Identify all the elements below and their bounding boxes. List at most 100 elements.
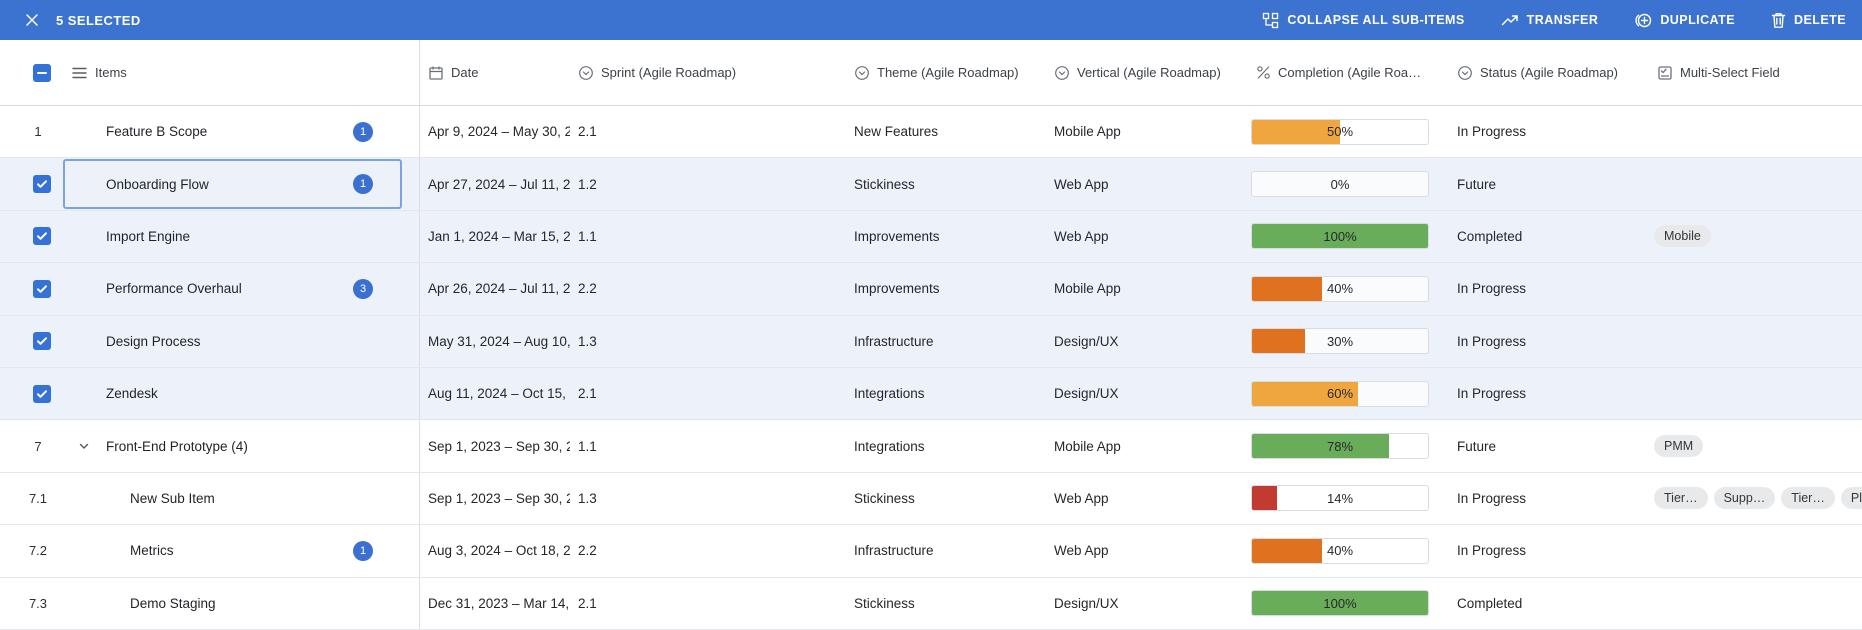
item-name[interactable]: Feature B Scope — [106, 124, 207, 139]
cell-sprint[interactable]: 2.1 — [570, 368, 846, 419]
subitem-count-badge[interactable]: 1 — [353, 541, 373, 561]
table-row[interactable]: 7.2 Metrics 1 Aug 3, 2024 – Oct 18, 2024… — [0, 525, 1862, 577]
cell-status[interactable]: In Progress — [1449, 263, 1649, 314]
cell-completion[interactable]: 14% — [1248, 473, 1449, 524]
cell-completion[interactable]: 40% — [1248, 525, 1449, 576]
column-header-multi[interactable]: Multi-Select Field — [1649, 40, 1862, 105]
cell-status[interactable]: In Progress — [1449, 368, 1649, 419]
cell-vertical[interactable]: Mobile App — [1046, 106, 1248, 157]
column-header-vertical[interactable]: Vertical (Agile Roadmap) — [1046, 40, 1248, 105]
table-row[interactable]: 7 Front-End Prototype (4) Sep 1, 2023 – … — [0, 420, 1862, 472]
item-primary-cell[interactable]: Onboarding Flow 1 — [0, 158, 420, 209]
cell-tags[interactable] — [1649, 578, 1862, 629]
item-primary-cell[interactable]: Design Process — [0, 316, 420, 367]
cell-completion[interactable]: 40% — [1248, 263, 1449, 314]
table-row[interactable]: 1 Feature B Scope 1 Apr 9, 2024 – May 30… — [0, 106, 1862, 158]
cell-sprint[interactable]: 1.2 — [570, 158, 846, 209]
cell-status[interactable]: Future — [1449, 158, 1649, 209]
cell-theme[interactable]: Improvements — [846, 211, 1046, 262]
item-primary-cell[interactable]: 7.1 New Sub Item — [0, 473, 420, 524]
delete-button[interactable]: DELETE — [1771, 12, 1846, 29]
item-primary-cell[interactable]: Import Engine — [0, 211, 420, 262]
item-primary-cell[interactable]: 7.2 Metrics 1 — [0, 525, 420, 576]
duplicate-button[interactable]: DUPLICATE — [1634, 12, 1735, 29]
cell-completion[interactable]: 100% — [1248, 211, 1449, 262]
menu-icon[interactable] — [72, 67, 87, 79]
cell-sprint[interactable]: 1.1 — [570, 420, 846, 471]
cell-vertical[interactable]: Design/UX — [1046, 316, 1248, 367]
cell-completion[interactable]: 30% — [1248, 316, 1449, 367]
row-checkbox[interactable] — [33, 175, 51, 193]
item-primary-cell[interactable]: Performance Overhaul 3 — [0, 263, 420, 314]
close-selection-button[interactable] — [22, 10, 42, 30]
cell-theme[interactable]: Infrastructure — [846, 525, 1046, 576]
cell-tags[interactable] — [1649, 525, 1862, 576]
table-row[interactable]: 7.3 Demo Staging Dec 31, 2023 – Mar 14, … — [0, 578, 1862, 630]
cell-status[interactable]: In Progress — [1449, 316, 1649, 367]
cell-theme[interactable]: Stickiness — [846, 158, 1046, 209]
row-checkbox[interactable] — [33, 280, 51, 298]
row-checkbox[interactable] — [33, 227, 51, 245]
row-checkbox[interactable] — [33, 385, 51, 403]
cell-tags[interactable] — [1649, 316, 1862, 367]
cell-vertical[interactable]: Design/UX — [1046, 578, 1248, 629]
cell-vertical[interactable]: Web App — [1046, 158, 1248, 209]
subitem-count-badge[interactable]: 1 — [353, 122, 373, 142]
item-name[interactable]: New Sub Item — [106, 491, 215, 506]
cell-vertical[interactable]: Mobile App — [1046, 263, 1248, 314]
item-primary-cell[interactable]: 1 Feature B Scope 1 — [0, 106, 420, 157]
cell-theme[interactable]: Integrations — [846, 368, 1046, 419]
item-name[interactable]: Design Process — [106, 334, 201, 349]
cell-tags[interactable]: Tier…Supp…Tier…Pl… — [1649, 473, 1862, 524]
cell-theme[interactable]: Improvements — [846, 263, 1046, 314]
cell-status[interactable]: In Progress — [1449, 525, 1649, 576]
cell-tags[interactable]: PMM — [1649, 420, 1862, 471]
column-header-status[interactable]: Status (Agile Roadmap) — [1449, 40, 1649, 105]
cell-date[interactable]: Sep 1, 2023 – Sep 30, 2023 — [420, 473, 570, 524]
cell-vertical[interactable]: Web App — [1046, 473, 1248, 524]
cell-vertical[interactable]: Web App — [1046, 211, 1248, 262]
column-header-date[interactable]: Date — [420, 40, 570, 105]
select-all-checkbox[interactable] — [33, 64, 51, 82]
cell-tags[interactable] — [1649, 368, 1862, 419]
row-checkbox[interactable] — [33, 332, 51, 350]
table-row[interactable]: Zendesk Aug 11, 2024 – Oct 15, 2024 2.1 … — [0, 368, 1862, 420]
item-name[interactable]: Front-End Prototype (4) — [106, 439, 248, 454]
collapse-chevron-icon[interactable] — [62, 439, 106, 453]
item-primary-cell[interactable]: 7.3 Demo Staging — [0, 578, 420, 629]
cell-status[interactable]: Completed — [1449, 578, 1649, 629]
table-row[interactable]: Import Engine Jan 1, 2024 – Mar 15, 2024… — [0, 211, 1862, 263]
cell-vertical[interactable]: Design/UX — [1046, 368, 1248, 419]
cell-sprint[interactable]: 2.2 — [570, 263, 846, 314]
table-row[interactable]: Design Process May 31, 2024 – Aug 10, 20… — [0, 316, 1862, 368]
cell-theme[interactable]: Integrations — [846, 420, 1046, 471]
subitem-count-badge[interactable]: 1 — [353, 174, 373, 194]
cell-completion[interactable]: 100% — [1248, 578, 1449, 629]
table-row[interactable]: Performance Overhaul 3 Apr 26, 2024 – Ju… — [0, 263, 1862, 315]
item-name[interactable]: Zendesk — [106, 386, 158, 401]
column-header-completion[interactable]: Completion (Agile Roa… — [1248, 40, 1449, 105]
cell-sprint[interactable]: 2.1 — [570, 578, 846, 629]
column-header-items[interactable]: Items — [95, 65, 127, 80]
cell-theme[interactable]: Stickiness — [846, 578, 1046, 629]
cell-tags[interactable] — [1649, 106, 1862, 157]
column-header-theme[interactable]: Theme (Agile Roadmap) — [846, 40, 1046, 105]
cell-date[interactable]: May 31, 2024 – Aug 10, 2024 — [420, 316, 570, 367]
cell-date[interactable]: Dec 31, 2023 – Mar 14, 2024 — [420, 578, 570, 629]
subitem-count-badge[interactable]: 3 — [353, 279, 373, 299]
cell-status[interactable]: In Progress — [1449, 106, 1649, 157]
cell-sprint[interactable]: 1.3 — [570, 316, 846, 367]
cell-sprint[interactable]: 2.1 — [570, 106, 846, 157]
cell-status[interactable]: Future — [1449, 420, 1649, 471]
table-row[interactable]: 7.1 New Sub Item Sep 1, 2023 – Sep 30, 2… — [0, 473, 1862, 525]
cell-tags[interactable] — [1649, 158, 1862, 209]
item-primary-cell[interactable]: 7 Front-End Prototype (4) — [0, 420, 420, 471]
cell-tags[interactable]: Mobile — [1649, 211, 1862, 262]
cell-completion[interactable]: 50% — [1248, 106, 1449, 157]
cell-date[interactable]: Apr 9, 2024 – May 30, 2024 — [420, 106, 570, 157]
cell-sprint[interactable]: 2.2 — [570, 525, 846, 576]
cell-date[interactable]: Jan 1, 2024 – Mar 15, 2024 — [420, 211, 570, 262]
cell-theme[interactable]: New Features — [846, 106, 1046, 157]
cell-status[interactable]: In Progress — [1449, 473, 1649, 524]
item-name[interactable]: Metrics — [106, 543, 174, 558]
